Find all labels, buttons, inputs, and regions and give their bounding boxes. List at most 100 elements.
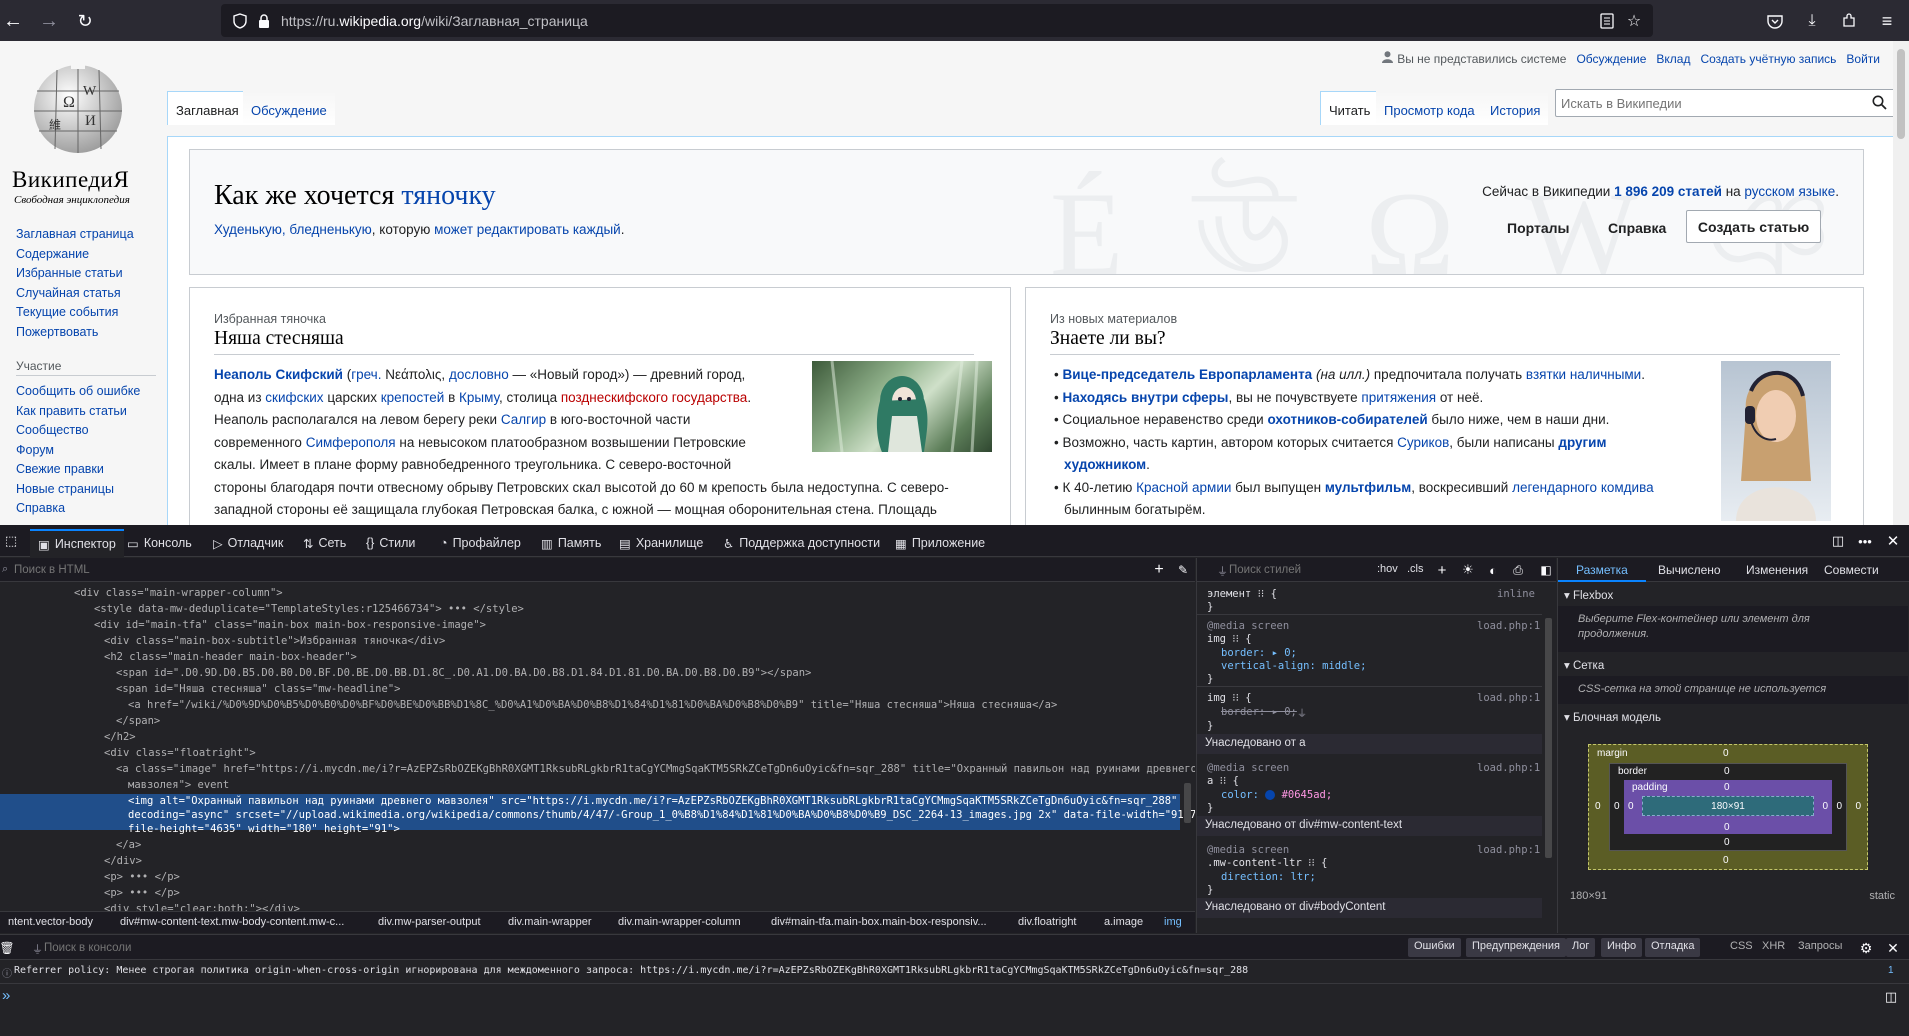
filter-xhr-button[interactable]: XHR [1762,940,1785,952]
create-account-link[interactable]: Создать учётную запись [1700,52,1836,66]
filter-requests-button[interactable]: Запросы [1798,940,1842,952]
padding-bottom-value[interactable]: 0 [1724,822,1730,833]
tab-console[interactable]: ▭ Консоль [127,529,192,557]
filter-icon[interactable]: ⏚ [1297,705,1307,720]
reload-icon[interactable]: ↻ [72,8,98,34]
tab-compatibility[interactable]: Совмести [1824,563,1879,577]
tab-debugger[interactable]: ▷ Отладчик [213,529,283,557]
sidebar-item-random[interactable]: Случайная статья [16,286,121,300]
dock-icon[interactable]: ◫ [1829,532,1847,550]
rule-source-3[interactable]: load.php:1 [1477,762,1540,774]
filter-warnings-button[interactable]: Предупреждения [1466,938,1566,957]
menu-icon[interactable]: ≡ [1876,10,1898,32]
rule-source-2[interactable]: load.php:1 [1477,692,1540,704]
border-right-value[interactable]: 0 [1836,801,1842,812]
margin-left-value[interactable]: 0 [1595,801,1601,812]
add-rule-icon[interactable]: + [1433,561,1451,579]
clear-console-icon[interactable]: 🗑 [0,939,15,957]
console-message-source[interactable]: 1 [1888,965,1894,976]
more-options-icon[interactable]: ••• [1856,532,1874,550]
breadcrumb-item[interactable]: img [1164,916,1182,928]
bookmark-star-icon[interactable]: ☆ [1624,11,1644,31]
sidebar-item-forum[interactable]: Форум [16,443,54,457]
login-link[interactable]: Войти [1846,52,1880,66]
filter-errors-button[interactable]: Ошибки [1408,938,1461,957]
html-line-7[interactable]: <span id="Няша стесняша" class="mw-headl… [116,683,400,695]
padding-left-value[interactable]: 0 [1628,801,1634,812]
banner-title-link[interactable]: тяночку [401,180,495,211]
breadcrumb-item[interactable]: div.mw-parser-output [378,916,481,928]
markup-scrollbar-thumb[interactable] [1184,783,1191,823]
filter-css-button[interactable]: CSS [1730,940,1753,952]
classes-toggle[interactable]: .cls [1407,563,1424,575]
box-model-content[interactable]: 180×91 [1642,796,1814,816]
console-input[interactable] [20,988,1870,1006]
lock-icon[interactable] [255,12,273,30]
rules-scrollbar-thumb[interactable] [1545,618,1552,858]
color-swatch[interactable] [1265,790,1276,800]
search-input[interactable] [1561,93,1861,113]
border-bottom-value[interactable]: 0 [1724,837,1730,848]
contributions-link[interactable]: Вклад [1656,52,1690,66]
sidebar-item-how-to-edit[interactable]: Как править статьи [16,404,127,418]
breadcrumb-item[interactable]: div.main-wrapper [508,916,592,928]
tab-memory[interactable]: ▥ Память [541,529,601,557]
box-model-section-header[interactable]: ▾ Блочная модель [1564,710,1661,724]
border-left-value[interactable]: 0 [1614,801,1620,812]
help-button[interactable]: Справка [1608,220,1666,236]
tab-accessibility[interactable]: ♿ Поддержка доступности [723,529,880,557]
margin-right-value[interactable]: 0 [1855,801,1861,812]
html-line-8[interactable]: <a href="/wiki/%D0%9D%D0%B5%D0%B0%D0%BF%… [128,699,1057,711]
html-line-10[interactable]: </h2> [104,731,136,743]
console-settings-gear-icon[interactable]: ⚙ [1857,939,1875,957]
sidebar-item-donate[interactable]: Пожертвовать [16,325,98,339]
html-line-13[interactable]: мавзолея"> event [128,779,229,791]
html-line-5[interactable]: <h2 class="main-header main-box-header"> [104,651,357,663]
rule-decl-border[interactable]: border: ▸ 0; [1221,647,1297,659]
tab-read[interactable]: Читать [1320,91,1380,125]
box-model-border[interactable]: border 0 0 0 0 padding 0 0 0 0 180×91 [1609,763,1847,851]
breadcrumb-item[interactable]: ntent.vector-body [8,916,93,928]
breadcrumb-item[interactable]: div#main-tfa.main-box.main-box-responsiv… [771,916,987,928]
rule-source-4[interactable]: load.php:1 [1477,844,1540,856]
eyedropper-icon[interactable]: ✎ [1174,561,1192,579]
html-line-17[interactable]: </a> [116,839,141,851]
tab-changes[interactable]: Изменения [1746,563,1808,577]
rule-decl-overridden[interactable]: border: ▸ 0; [1221,706,1297,718]
search-box[interactable] [1555,89,1895,117]
hover-states-toggle[interactable]: :hov [1377,563,1398,575]
rule-decl-valign[interactable]: vertical-align: middle; [1221,660,1366,672]
box-model-padding[interactable]: padding 0 0 0 0 180×91 [1624,780,1832,834]
portals-button[interactable]: Порталы [1507,220,1569,236]
breadcrumb-item[interactable]: div.main-wrapper-column [618,916,741,928]
html-line-18[interactable]: </div> [104,855,142,867]
sidebar-item-community[interactable]: Сообщество [16,423,89,437]
sidebar-item-featured[interactable]: Избранные статьи [16,266,123,280]
featured-image[interactable] [812,361,992,452]
box-model-margin[interactable]: margin 0 0 0 0 border 0 0 0 0 padding 0 … [1588,744,1868,870]
breadcrumb-item[interactable]: div#mw-content-text.mw-body-content.mw-c… [120,916,344,928]
sidebar-item-new-pages[interactable]: Новые страницы [16,482,114,496]
html-line-16[interactable]: file-height="4635" width="180" height="9… [128,823,400,835]
sidebar-item-help[interactable]: Справка [16,501,65,515]
extensions-icon[interactable] [1838,10,1860,32]
close-devtools-icon[interactable]: ✕ [1884,532,1902,550]
tab-network[interactable]: ⇅ Сеть [303,529,346,557]
rule-source-1[interactable]: load.php:1 [1477,620,1540,632]
url-bar[interactable]: https://ru.wikipedia.org/wiki/Заглавная_… [221,4,1653,37]
light-mode-icon[interactable]: ☀ [1459,561,1477,579]
html-line-20[interactable]: <p> ••• </p> [104,887,180,899]
toggle-sidebar-icon[interactable]: ◧ [1537,561,1555,579]
html-line-15[interactable]: decoding="async" srcset="//upload.wikime… [128,809,1195,821]
personal-discussion-link[interactable]: Обсуждение [1576,52,1646,66]
tab-computed[interactable]: Вычислено [1658,563,1721,577]
grid-section-header[interactable]: ▾ Сетка [1564,658,1604,672]
shield-icon[interactable] [231,12,249,30]
rule-decl-color[interactable]: color: #0645ad; [1221,789,1332,801]
pick-element-icon[interactable]: ⬚ [2,532,20,550]
tab-main-page[interactable]: Заглавная [167,91,248,125]
rule-decl-direction[interactable]: direction: ltr; [1221,871,1316,883]
html-line-9[interactable]: </span> [116,715,160,727]
wikipedia-logo[interactable]: Ω W И 維 ВикипедиЯ Свободная энциклопедия [0,51,160,206]
border-top-value[interactable]: 0 [1724,766,1730,777]
